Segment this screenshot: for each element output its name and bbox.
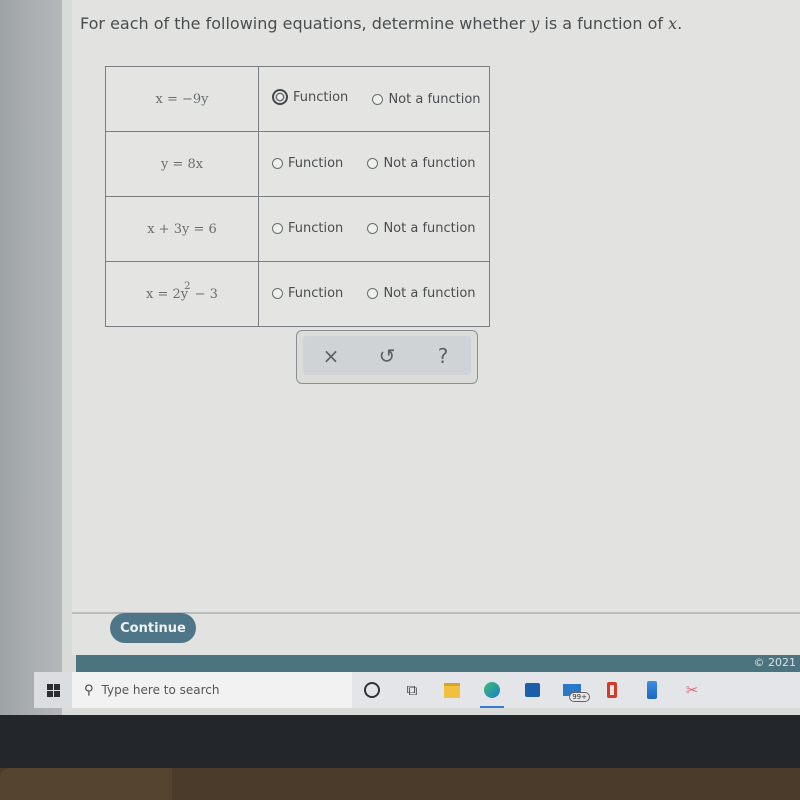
cortana-icon[interactable] bbox=[352, 672, 392, 708]
equations-table: x = −9y Function Not a function y = 8x F… bbox=[105, 66, 490, 327]
office-icon[interactable] bbox=[592, 672, 632, 708]
option-label: Not a function bbox=[383, 285, 476, 301]
table-row: y = 8x Function Not a function bbox=[105, 131, 490, 197]
screen: For each of the following equations, det… bbox=[0, 0, 800, 715]
start-button[interactable] bbox=[34, 672, 72, 708]
exponent: 2 bbox=[184, 280, 191, 292]
task-view-icon[interactable]: ⧉ bbox=[392, 672, 432, 708]
option-label: Function bbox=[288, 155, 344, 171]
equation: x + 3y = 6 bbox=[147, 221, 217, 237]
options-cell: Function Not a function bbox=[258, 66, 490, 132]
file-explorer-icon[interactable] bbox=[432, 672, 472, 708]
equation-cell: x = 2y2 − 3 bbox=[105, 261, 259, 327]
store-icon[interactable] bbox=[512, 672, 552, 708]
table-row: x = −9y Function Not a function bbox=[105, 66, 490, 132]
radio-button[interactable] bbox=[272, 222, 283, 234]
radio-button[interactable] bbox=[367, 222, 379, 234]
option-not-a-function[interactable]: Not a function bbox=[372, 92, 481, 107]
mail-badge: 99+ bbox=[569, 692, 590, 702]
edge-icon[interactable] bbox=[472, 672, 512, 708]
phone-icon[interactable] bbox=[632, 672, 672, 708]
equation-cell: y = 8x bbox=[105, 131, 259, 197]
radio-button[interactable] bbox=[272, 157, 283, 169]
answer-toolbar: × ↺ ? bbox=[296, 330, 478, 384]
option-label: Function bbox=[293, 89, 349, 105]
help-icon[interactable]: ? bbox=[423, 344, 463, 368]
option-not-a-function[interactable]: Not a function bbox=[367, 220, 476, 236]
question-text-1: For each of the following equations, det… bbox=[80, 14, 531, 33]
options-cell: Function Not a function bbox=[258, 131, 490, 197]
windows-icon bbox=[46, 683, 60, 697]
option-label: Function bbox=[288, 220, 344, 236]
option-label: Function bbox=[288, 285, 344, 301]
option-label: Not a function bbox=[383, 155, 476, 171]
equation: x = 2y bbox=[146, 286, 189, 302]
equation: x = −9y bbox=[155, 91, 209, 107]
options-cell: Function Not a function bbox=[258, 196, 490, 262]
desk-object bbox=[0, 768, 172, 800]
radio-button[interactable] bbox=[372, 94, 384, 105]
monitor-bezel bbox=[0, 715, 800, 770]
option-function[interactable]: Function bbox=[272, 221, 343, 236]
question-prompt: For each of the following equations, det… bbox=[80, 14, 682, 33]
equation-cell: x + 3y = 6 bbox=[105, 196, 259, 262]
table-row: x = 2y2 − 3 Function Not a function bbox=[105, 261, 490, 327]
var-y: y bbox=[530, 14, 540, 33]
option-label: Not a function bbox=[383, 220, 476, 236]
radio-button[interactable] bbox=[272, 89, 288, 105]
equation-cell: x = −9y bbox=[105, 66, 259, 132]
equation-tail: − 3 bbox=[190, 286, 218, 302]
option-function[interactable]: Function bbox=[272, 89, 348, 105]
var-x: x bbox=[668, 14, 678, 33]
undo-icon[interactable]: ↺ bbox=[367, 344, 407, 368]
radio-button[interactable] bbox=[367, 287, 379, 299]
radio-button[interactable] bbox=[272, 287, 283, 299]
table-row: x + 3y = 6 Function Not a function bbox=[105, 196, 490, 262]
mail-icon[interactable]: 99+ bbox=[552, 672, 592, 708]
option-label: Not a function bbox=[388, 92, 481, 107]
option-function[interactable]: Function bbox=[272, 286, 343, 301]
question-text-2: is a function of bbox=[539, 14, 669, 33]
copyright: © 2021 bbox=[753, 656, 797, 669]
taskbar: ⚲ Type here to search ⧉ 99+ ✂ bbox=[34, 672, 800, 708]
search-icon: ⚲ bbox=[84, 682, 94, 698]
footer-bar: © 2021 bbox=[76, 655, 800, 672]
window-edge bbox=[0, 0, 62, 715]
taskbar-search[interactable]: ⚲ Type here to search bbox=[72, 672, 352, 708]
options-cell: Function Not a function bbox=[258, 261, 490, 327]
continue-button[interactable]: Continue bbox=[110, 613, 196, 643]
radio-button[interactable] bbox=[367, 157, 379, 169]
equation: y = 8x bbox=[160, 156, 204, 172]
clear-icon[interactable]: × bbox=[311, 344, 351, 368]
option-not-a-function[interactable]: Not a function bbox=[367, 285, 476, 301]
snipping-tool-icon[interactable]: ✂ bbox=[672, 672, 712, 708]
search-placeholder: Type here to search bbox=[101, 683, 220, 697]
option-not-a-function[interactable]: Not a function bbox=[367, 155, 476, 171]
option-function[interactable]: Function bbox=[272, 156, 343, 171]
question-text-3: . bbox=[677, 14, 683, 33]
